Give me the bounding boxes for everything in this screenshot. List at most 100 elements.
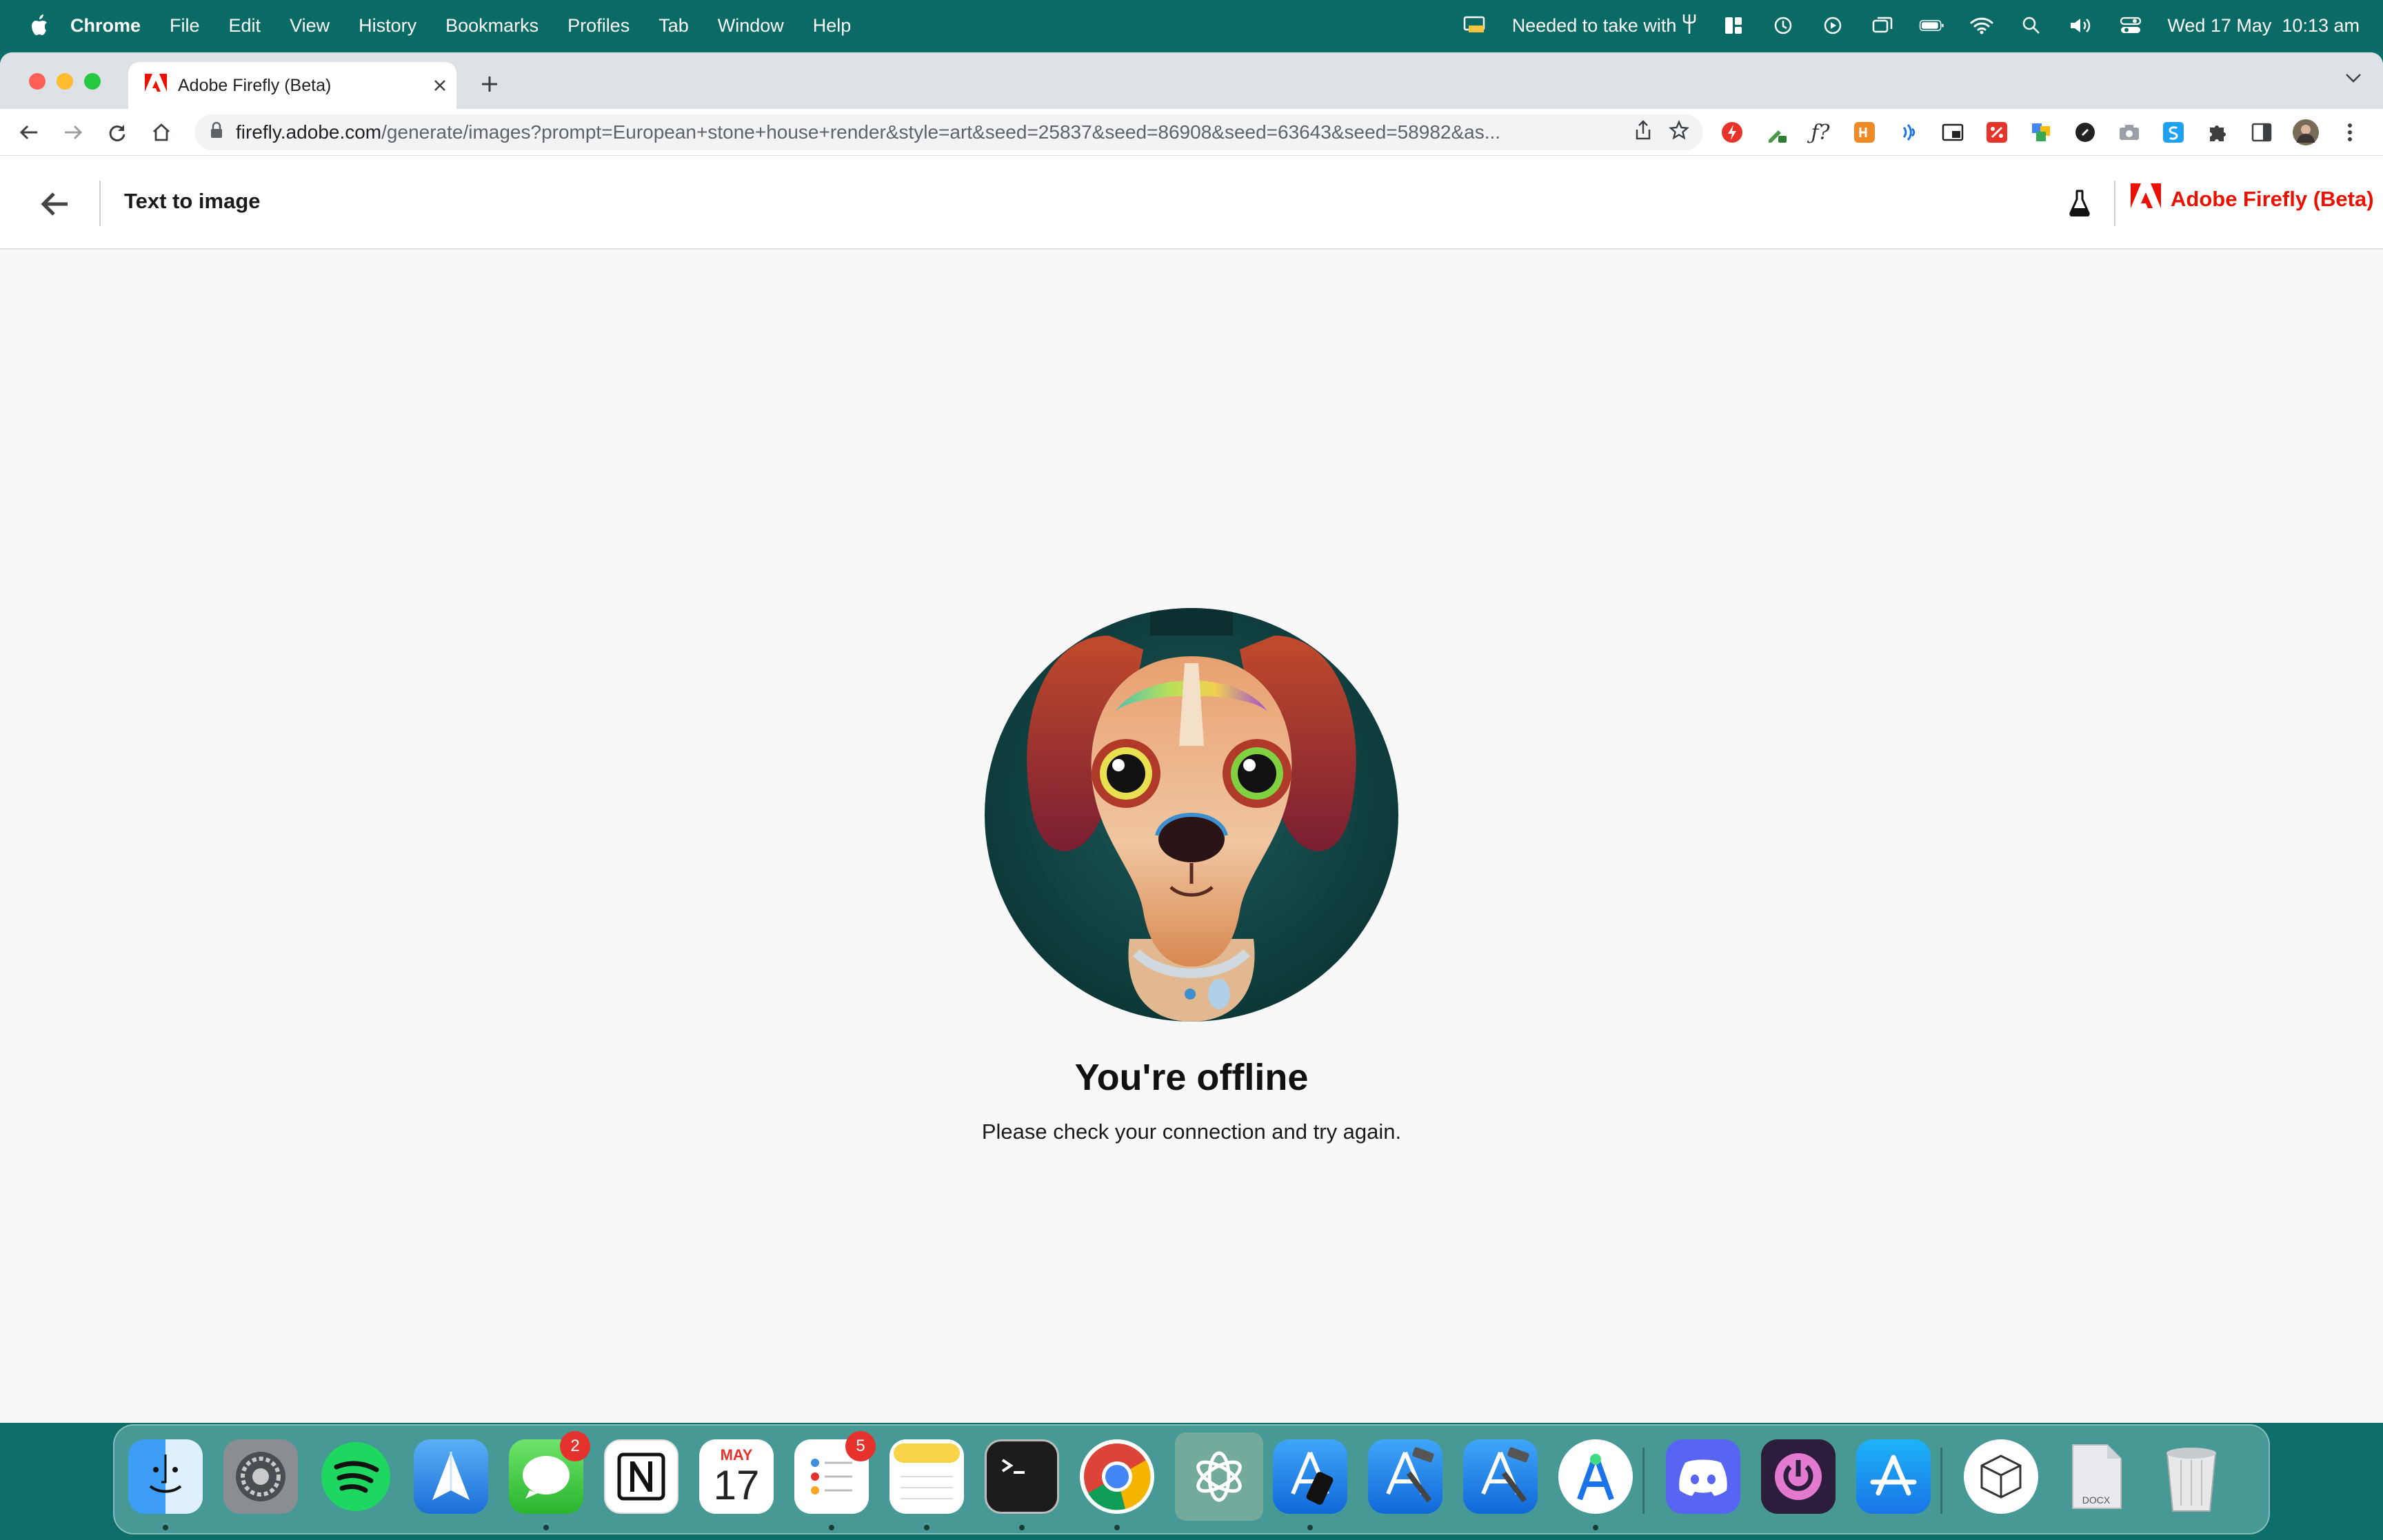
share-icon[interactable] [1634, 119, 1652, 145]
spark-mail-icon[interactable] [414, 1439, 488, 1514]
tab-title: Adobe Firefly (Beta) [178, 75, 332, 95]
url-text[interactable]: firefly.adobe.com/generate/images?prompt… [236, 121, 1634, 143]
side-panel-icon[interactable] [2246, 117, 2277, 148]
adobe-logo-icon [2131, 183, 2161, 215]
reminders-icon[interactable]: 5 [794, 1431, 876, 1514]
docx-file-icon[interactable]: DOCX [2059, 1439, 2133, 1514]
menu-bookmarks[interactable]: Bookmarks [445, 15, 539, 37]
adobe-firefly-brand[interactable]: Adobe Firefly (Beta) [2131, 183, 2374, 215]
tab-adobe-firefly[interactable]: Adobe Firefly (Beta) [128, 62, 456, 109]
extensions-puzzle-icon[interactable] [2202, 117, 2233, 148]
chrome-menu-icon[interactable] [2335, 117, 2365, 148]
notion-icon[interactable] [604, 1439, 678, 1514]
dock-separator [1642, 1448, 1645, 1514]
extension-audio-waves-icon[interactable] [1893, 117, 1924, 148]
simulator-icon[interactable] [1273, 1439, 1347, 1514]
menu-view[interactable]: View [290, 15, 330, 37]
extension-red-percent-icon[interactable] [1982, 117, 2012, 148]
back-arrow-icon[interactable] [37, 186, 73, 222]
reload-icon[interactable] [95, 110, 139, 154]
finder-running-dot [163, 1525, 168, 1530]
simulator-running-dot [1307, 1525, 1313, 1530]
home-icon[interactable] [139, 110, 183, 154]
spotify-icon[interactable] [319, 1439, 393, 1514]
back-nav-icon[interactable] [7, 110, 51, 154]
extension-red-bolt-icon[interactable] [1717, 117, 1747, 148]
menu-file[interactable]: File [170, 15, 200, 37]
extension-orange-icon[interactable] [1849, 117, 1880, 148]
page-title: Text to image [124, 189, 261, 213]
menu-app-name[interactable]: Chrome [70, 15, 141, 37]
messages-running-dot [543, 1525, 549, 1530]
terminal-running-dot [1019, 1525, 1025, 1530]
forward-nav-icon[interactable] [51, 110, 95, 154]
header-divider [99, 181, 101, 226]
tab-search-chevron-icon[interactable] [2344, 72, 2362, 88]
xcode-icon[interactable] [1368, 1439, 1442, 1514]
fork-icon [1682, 13, 1697, 39]
extension-picture-in-picture-icon[interactable] [1938, 117, 1968, 148]
window-minimize-button[interactable] [57, 73, 73, 90]
spotlight-search-icon[interactable] [2018, 14, 2044, 37]
beta-lab-flask-icon[interactable] [2064, 185, 2095, 221]
reminders-running-dot [829, 1525, 834, 1530]
chatgpt-icon[interactable] [1175, 1432, 1263, 1521]
messages-icon[interactable]: 2 [509, 1431, 590, 1514]
extension-camera-icon[interactable] [2114, 117, 2144, 148]
window-close-button[interactable] [29, 73, 46, 90]
apple-menu-icon[interactable] [25, 14, 52, 37]
control-center-icon[interactable] [2118, 14, 2144, 37]
menu-window[interactable]: Window [718, 15, 784, 37]
extension-formula-icon[interactable]: ƒ? [1805, 117, 1836, 148]
address-bar[interactable]: firefly.adobe.com/generate/images?prompt… [194, 114, 1703, 150]
tab-close-icon[interactable] [423, 78, 456, 93]
trash-icon[interactable] [2154, 1439, 2229, 1514]
site-info-icon[interactable] [210, 121, 223, 144]
android-studio-running-dot [1593, 1525, 1598, 1530]
archive-utility-icon[interactable] [1964, 1439, 2038, 1514]
offline-dog-illustration [985, 608, 1398, 1022]
extension-blue-s-icon[interactable] [2158, 117, 2189, 148]
url-path: /generate/images?prompt=European+stone+h… [381, 121, 1501, 143]
url-host: firefly.adobe.com [236, 121, 382, 143]
terminal-icon[interactable] [985, 1439, 1059, 1514]
profile-avatar[interactable] [2291, 117, 2321, 148]
screens-icon[interactable] [1869, 14, 1896, 37]
menu-clock[interactable]: Wed 17 May 10:13 am [2167, 15, 2360, 37]
bookmark-star-icon[interactable] [1669, 119, 1689, 145]
calendar-day: 17 [713, 1462, 760, 1508]
system-settings-icon[interactable] [223, 1439, 298, 1514]
menu-history[interactable]: History [359, 15, 416, 37]
extension-dark-mode-icon[interactable] [2070, 117, 2100, 148]
time-machine-icon[interactable] [1770, 14, 1796, 37]
window-zoom-button[interactable] [84, 73, 101, 90]
status-reminder[interactable]: Needed to take with [1512, 13, 1698, 39]
finder-icon[interactable] [128, 1439, 203, 1514]
display-mirror-icon[interactable] [1462, 14, 1489, 37]
menu-tab[interactable]: Tab [658, 15, 689, 37]
new-tab-button[interactable] [474, 69, 505, 99]
power-app-icon[interactable] [1761, 1439, 1836, 1514]
messages-badge: 2 [560, 1431, 590, 1461]
discord-icon[interactable] [1666, 1439, 1740, 1514]
android-studio-icon[interactable] [1558, 1439, 1633, 1514]
adobe-favicon-icon [145, 73, 167, 98]
chrome-running-dot [1114, 1525, 1120, 1530]
volume-icon[interactable] [2068, 14, 2094, 37]
extension-google-tools-icon[interactable] [2026, 117, 2056, 148]
extension-eyedropper-icon[interactable] [1761, 117, 1791, 148]
offline-message: Please check your connection and try aga… [981, 1119, 1402, 1144]
notes-icon[interactable] [889, 1439, 964, 1514]
menu-help[interactable]: Help [813, 15, 852, 37]
menu-edit[interactable]: Edit [229, 15, 261, 37]
window-layout-icon[interactable] [1720, 14, 1747, 37]
app-store-icon[interactable] [1856, 1439, 1931, 1514]
extensions-row: ƒ? [1717, 114, 2365, 150]
menu-profiles[interactable]: Profiles [567, 15, 630, 37]
play-circle-icon[interactable] [1820, 14, 1846, 37]
xcode-beta-icon[interactable] [1463, 1439, 1538, 1514]
wifi-icon[interactable] [1969, 14, 1995, 37]
chrome-icon[interactable] [1080, 1439, 1154, 1514]
battery-icon[interactable] [1919, 14, 1945, 37]
calendar-icon[interactable]: MAY 17 [699, 1439, 774, 1514]
